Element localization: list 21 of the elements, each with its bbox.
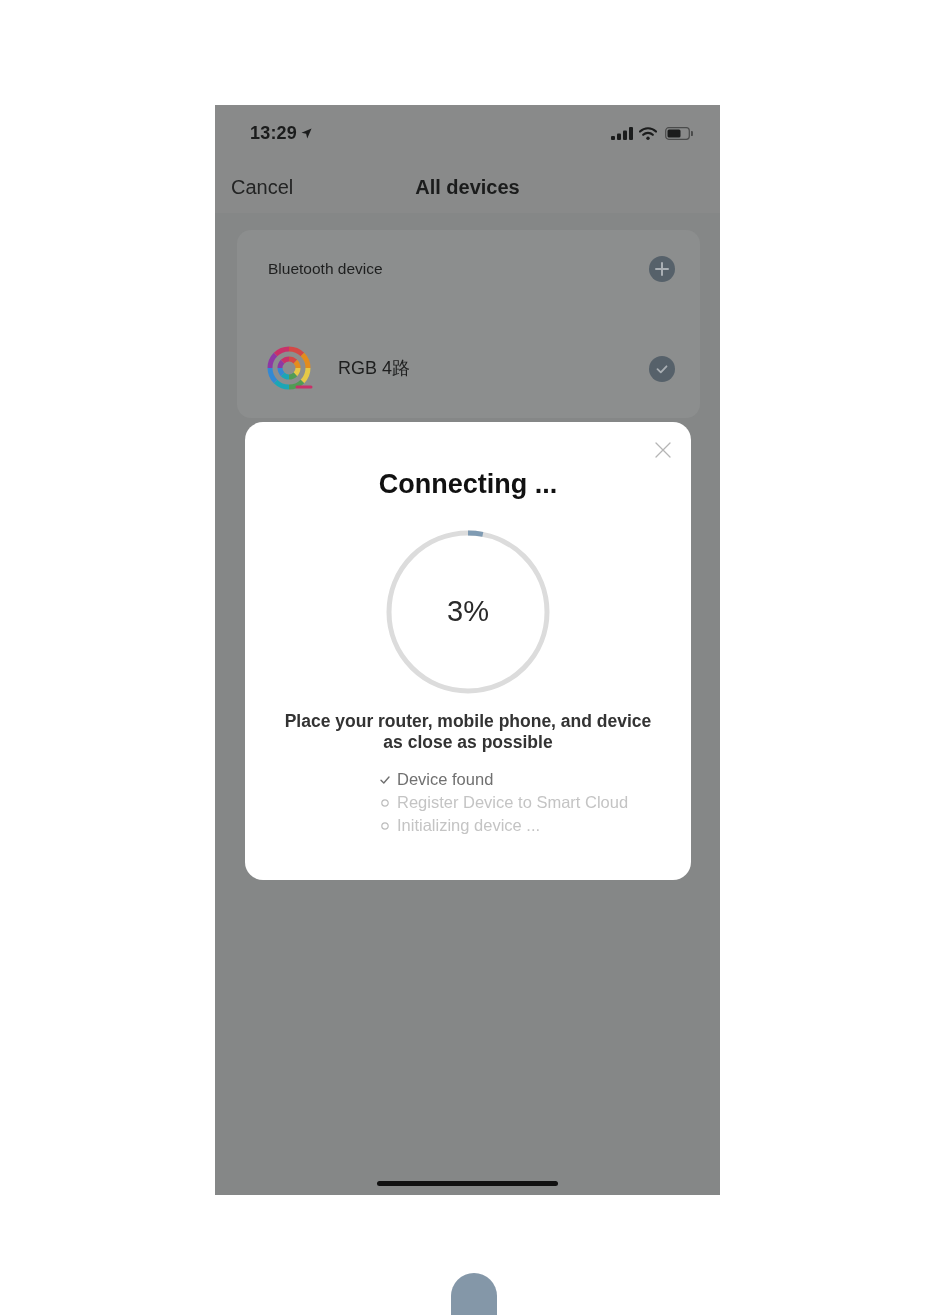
location-arrow-icon <box>301 127 313 139</box>
check-circle-icon[interactable] <box>649 355 675 382</box>
cancel-button[interactable]: Cancel <box>231 172 294 202</box>
device-name[interactable]: RGB 4路 <box>338 355 411 382</box>
signal-bars-icon <box>611 126 633 140</box>
progress-percent: 3% <box>447 594 489 630</box>
page-tab-shape <box>451 1273 497 1315</box>
status-time: 13:29 <box>250 121 298 145</box>
wifi-icon <box>639 126 657 140</box>
section-title: Bluetooth device <box>268 259 383 280</box>
plus-icon <box>655 262 669 276</box>
step-label: Register Device to Smart Cloud <box>397 792 629 814</box>
rainbow-ring-icon <box>267 345 313 392</box>
add-button[interactable] <box>649 256 675 282</box>
step-label: Initializing device ... <box>397 815 541 837</box>
connection-hint: Place your router, mobile phone, and device as close as possible <box>283 711 653 753</box>
step-label: Device found <box>397 769 494 791</box>
close-icon[interactable] <box>655 442 671 458</box>
nav-title: All devices <box>415 175 520 200</box>
battery-icon <box>665 126 693 140</box>
dialog-title: Connecting ... <box>378 468 558 500</box>
